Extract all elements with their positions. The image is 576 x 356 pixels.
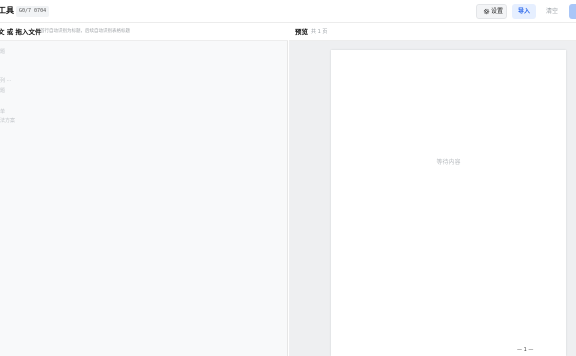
- preview-title: 预览: [295, 28, 308, 36]
- settings-button[interactable]: 设置: [476, 4, 507, 19]
- page-count: 共 1 页: [311, 29, 328, 35]
- app-title: 工具: [0, 6, 14, 15]
- placeholder-line: 单: [0, 109, 6, 115]
- clear-button[interactable]: 清空: [541, 4, 563, 19]
- preview-header: 预览 共 1 页: [289, 23, 576, 41]
- preview-pane: 预览 共 1 页 等待内容 — 1 —: [289, 23, 576, 356]
- placeholder-line: 法方案: [0, 118, 16, 124]
- settings-label: 设置: [491, 8, 504, 15]
- preview-page: 等待内容 — 1 —: [331, 50, 566, 356]
- editor-pane[interactable]: 文 或 拖入文件 首行自动识别为标题，后续自动识别表格标题 题 列 ··· 题 …: [0, 23, 288, 356]
- editor-header: 文 或 拖入文件 首行自动识别为标题，后续自动识别表格标题: [0, 23, 288, 41]
- placeholder-line: 题: [0, 49, 6, 55]
- page-number: — 1 —: [517, 347, 534, 353]
- export-button[interactable]: [569, 4, 576, 19]
- editor-hint: 首行自动识别为标题，后续自动识别表格标题: [40, 29, 130, 34]
- top-toolbar: 工具 G0/7 0704 设置 导入 清空: [0, 0, 576, 23]
- version-badge: G0/7 0704: [16, 6, 50, 17]
- preview-placeholder: 等待内容: [436, 159, 461, 166]
- import-button[interactable]: 导入: [512, 4, 536, 19]
- placeholder-line: 题: [0, 88, 6, 94]
- gear-icon: [483, 8, 490, 15]
- placeholder-line: 列 ···: [0, 78, 12, 84]
- editor-title: 文 或 拖入文件: [0, 28, 42, 36]
